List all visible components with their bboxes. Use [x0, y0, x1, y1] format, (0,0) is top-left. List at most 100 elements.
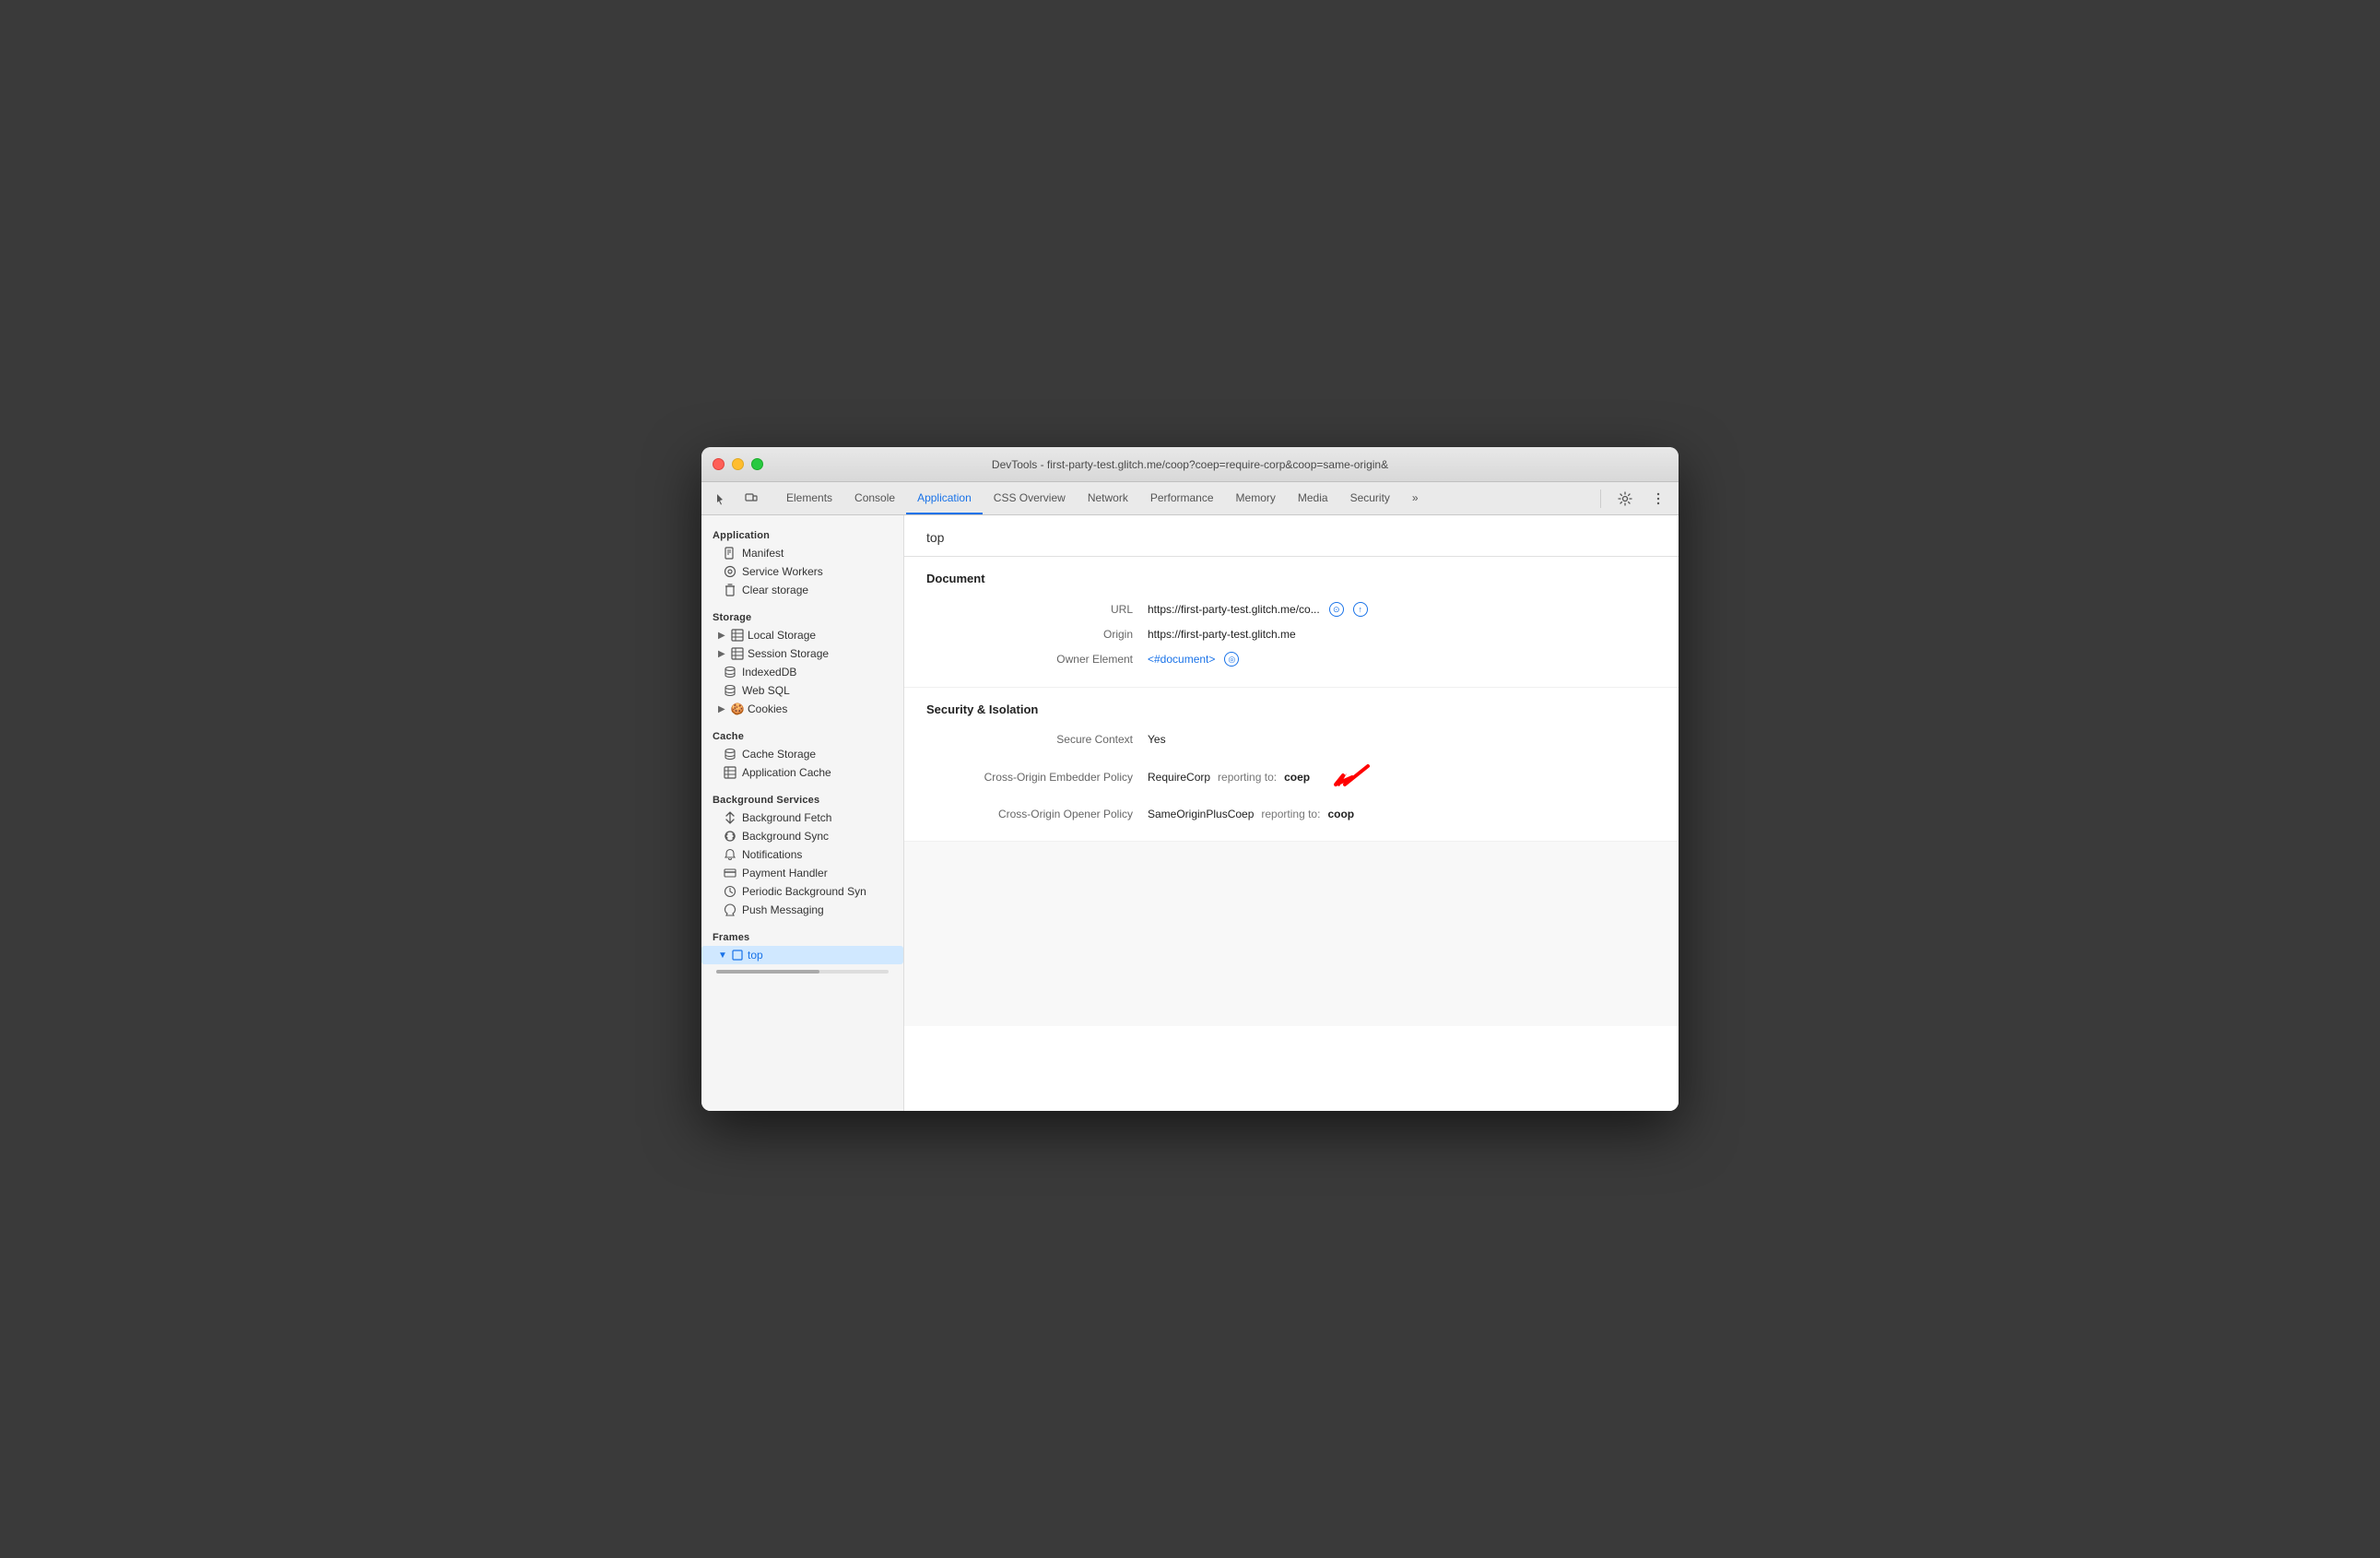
divider	[1600, 490, 1601, 508]
tab-application[interactable]: Application	[906, 482, 983, 514]
service-workers-icon	[724, 565, 736, 578]
session-storage-label: Session Storage	[748, 647, 829, 660]
sidebar-scrollbar[interactable]	[716, 970, 889, 974]
sidebar-item-session-storage[interactable]: ▶ Session Storage	[701, 644, 903, 663]
document-section-title: Document	[926, 572, 1656, 585]
payment-handler-label: Payment Handler	[742, 867, 828, 879]
tabbar: Elements Console Application CSS Overvie…	[701, 482, 1679, 515]
sidebar-scrollbar-thumb	[716, 970, 819, 974]
coep-value: RequireCorp reporting to: coep	[1148, 757, 1373, 797]
periodic-background-sync-label: Periodic Background Syn	[742, 885, 866, 898]
coop-policy: SameOriginPlusCoep	[1148, 808, 1254, 820]
traffic-lights	[713, 458, 763, 470]
tab-media[interactable]: Media	[1287, 482, 1339, 514]
security-section: Security & Isolation Secure Context Yes …	[904, 688, 1679, 842]
sidebar-item-notifications[interactable]: Notifications	[701, 845, 903, 864]
close-button[interactable]	[713, 458, 725, 470]
sidebar-item-service-workers[interactable]: Service Workers	[701, 562, 903, 581]
coop-reporting-value: coop	[1327, 808, 1354, 820]
owner-element-link[interactable]: <#document>	[1148, 653, 1215, 666]
copy-icon[interactable]: ⊙	[1329, 602, 1344, 617]
session-storage-icon	[731, 647, 744, 660]
coop-label: Cross-Origin Opener Policy	[926, 808, 1148, 820]
coep-reporting-label: reporting to:	[1218, 771, 1277, 784]
manifest-icon	[724, 547, 736, 560]
sidebar-item-application-cache[interactable]: Application Cache	[701, 763, 903, 782]
cache-storage-label: Cache Storage	[742, 748, 816, 761]
application-cache-label: Application Cache	[742, 766, 831, 779]
url-text: https://first-party-test.glitch.me/co...	[1148, 603, 1320, 616]
more-icon	[1651, 491, 1666, 506]
clear-storage-label: Clear storage	[742, 584, 808, 596]
sidebar-item-top-frame[interactable]: ▼ top	[701, 946, 903, 964]
origin-label: Origin	[926, 628, 1148, 641]
secure-context-field-row: Secure Context Yes	[926, 727, 1656, 751]
sidebar-item-local-storage[interactable]: ▶ Local Storage	[701, 626, 903, 644]
titlebar: DevTools - first-party-test.glitch.me/co…	[701, 447, 1679, 482]
window-title: DevTools - first-party-test.glitch.me/co…	[992, 458, 1388, 471]
push-messaging-icon	[724, 903, 736, 916]
sidebar-item-background-fetch[interactable]: Background Fetch	[701, 809, 903, 827]
background-fetch-label: Background Fetch	[742, 811, 831, 824]
url-label: URL	[926, 603, 1148, 616]
more-icon-btn[interactable]	[1645, 486, 1671, 512]
owner-element-value: <#document> ◎	[1148, 652, 1239, 667]
sidebar-item-manifest[interactable]: Manifest	[701, 544, 903, 562]
maximize-button[interactable]	[751, 458, 763, 470]
minimize-button[interactable]	[732, 458, 744, 470]
owner-element-icon[interactable]: ◎	[1224, 652, 1239, 667]
tabbar-right-icons	[1596, 482, 1671, 514]
background-sync-icon	[724, 830, 736, 843]
sidebar-item-clear-storage[interactable]: Clear storage	[701, 581, 903, 599]
navigate-icon[interactable]: ↑	[1353, 602, 1368, 617]
content-header: top	[904, 515, 1679, 557]
sidebar-item-push-messaging[interactable]: Push Messaging	[701, 901, 903, 919]
settings-icon-btn[interactable]	[1612, 486, 1638, 512]
sidebar-item-payment-handler[interactable]: Payment Handler	[701, 864, 903, 882]
sidebar-item-indexeddb[interactable]: IndexedDB	[701, 663, 903, 681]
indexeddb-label: IndexedDB	[742, 666, 796, 679]
device-icon-btn[interactable]	[738, 486, 764, 512]
sidebar-section-cache: Cache	[701, 726, 903, 745]
sidebar: Application Manifest Service Workers Cle…	[701, 515, 904, 1111]
cursor-icon-btn[interactable]	[709, 486, 735, 512]
tab-network[interactable]: Network	[1077, 482, 1139, 514]
url-value: https://first-party-test.glitch.me/co...…	[1148, 602, 1368, 617]
origin-value: https://first-party-test.glitch.me	[1148, 628, 1296, 641]
indexeddb-icon	[724, 666, 736, 679]
tab-performance[interactable]: Performance	[1139, 482, 1225, 514]
tab-elements[interactable]: Elements	[775, 482, 843, 514]
settings-icon	[1618, 491, 1632, 506]
sidebar-item-web-sql[interactable]: Web SQL	[701, 681, 903, 700]
sidebar-section-storage: Storage	[701, 607, 903, 626]
tab-console[interactable]: Console	[843, 482, 906, 514]
sidebar-item-cookies[interactable]: ▶ 🍪 Cookies	[701, 700, 903, 718]
sidebar-spacer-4	[701, 919, 903, 927]
sidebar-spacer-1	[701, 599, 903, 607]
local-storage-icon	[731, 629, 744, 642]
service-workers-label: Service Workers	[742, 565, 823, 578]
tab-more[interactable]: »	[1401, 482, 1430, 514]
sidebar-item-periodic-background-sync[interactable]: Periodic Background Syn	[701, 882, 903, 901]
red-arrow-annotation	[1326, 757, 1373, 797]
tab-security[interactable]: Security	[1339, 482, 1401, 514]
expand-arrow-top: ▼	[718, 950, 727, 961]
cookies-icon: 🍪	[731, 702, 744, 715]
origin-field-row: Origin https://first-party-test.glitch.m…	[926, 622, 1656, 646]
content-empty-area	[904, 842, 1679, 1026]
sidebar-item-cache-storage[interactable]: Cache Storage	[701, 745, 903, 763]
origin-text: https://first-party-test.glitch.me	[1148, 628, 1296, 641]
tab-memory[interactable]: Memory	[1225, 482, 1287, 514]
tab-css-overview[interactable]: CSS Overview	[983, 482, 1077, 514]
cursor-icon	[715, 492, 728, 505]
devtools-window: DevTools - first-party-test.glitch.me/co…	[701, 447, 1679, 1111]
web-sql-icon	[724, 684, 736, 697]
background-sync-label: Background Sync	[742, 830, 829, 843]
sidebar-item-background-sync[interactable]: Background Sync	[701, 827, 903, 845]
sidebar-scroll-area	[701, 964, 903, 977]
expand-arrow-cookies: ▶	[718, 704, 727, 714]
secure-context-text: Yes	[1148, 733, 1166, 746]
top-frame-label: top	[748, 949, 763, 962]
secure-context-value: Yes	[1148, 733, 1166, 746]
sidebar-spacer-3	[701, 782, 903, 789]
